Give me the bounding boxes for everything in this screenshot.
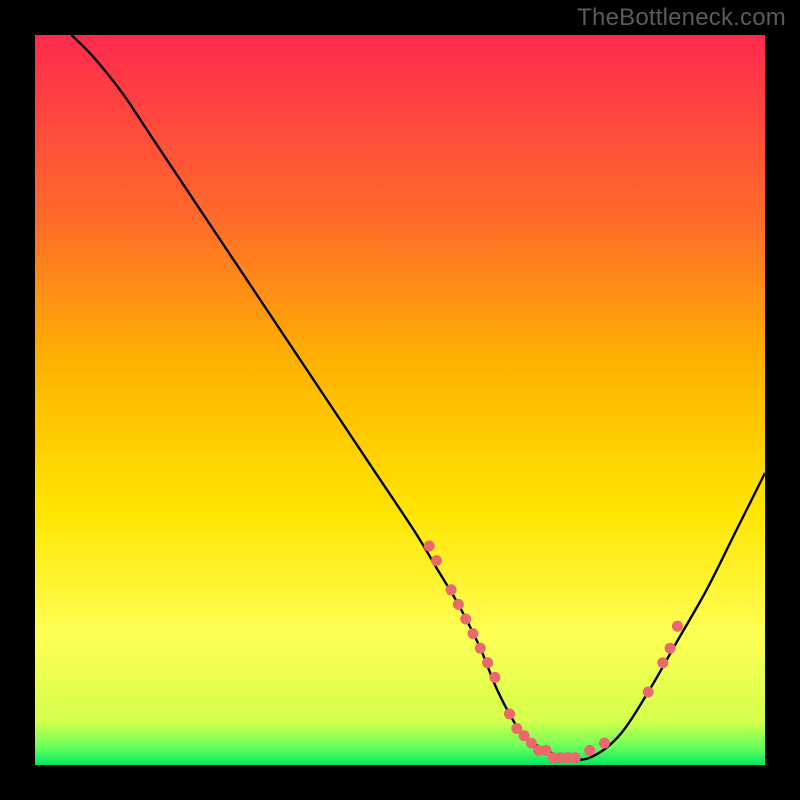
chart-frame: TheBottleneck.com [0, 0, 800, 800]
marker-dot [504, 708, 515, 719]
bottleneck-curve [72, 35, 766, 760]
marker-dot [599, 738, 610, 749]
marker-dot [460, 614, 471, 625]
marker-dot [657, 657, 668, 668]
marker-dot [468, 628, 479, 639]
marker-dot [643, 687, 654, 698]
marker-dot [475, 643, 486, 654]
marker-dot [672, 621, 683, 632]
plot-area [35, 35, 765, 765]
marker-dot [584, 745, 595, 756]
marker-dot [489, 672, 500, 683]
curve-layer [35, 35, 765, 765]
watermark-text: TheBottleneck.com [577, 4, 786, 32]
marker-dot [446, 584, 457, 595]
marker-dot [453, 599, 464, 610]
marker-dot [431, 555, 442, 566]
curve-markers [424, 541, 683, 764]
marker-dot [424, 541, 435, 552]
marker-dot [570, 752, 581, 763]
marker-dot [482, 657, 493, 668]
marker-dot [665, 643, 676, 654]
